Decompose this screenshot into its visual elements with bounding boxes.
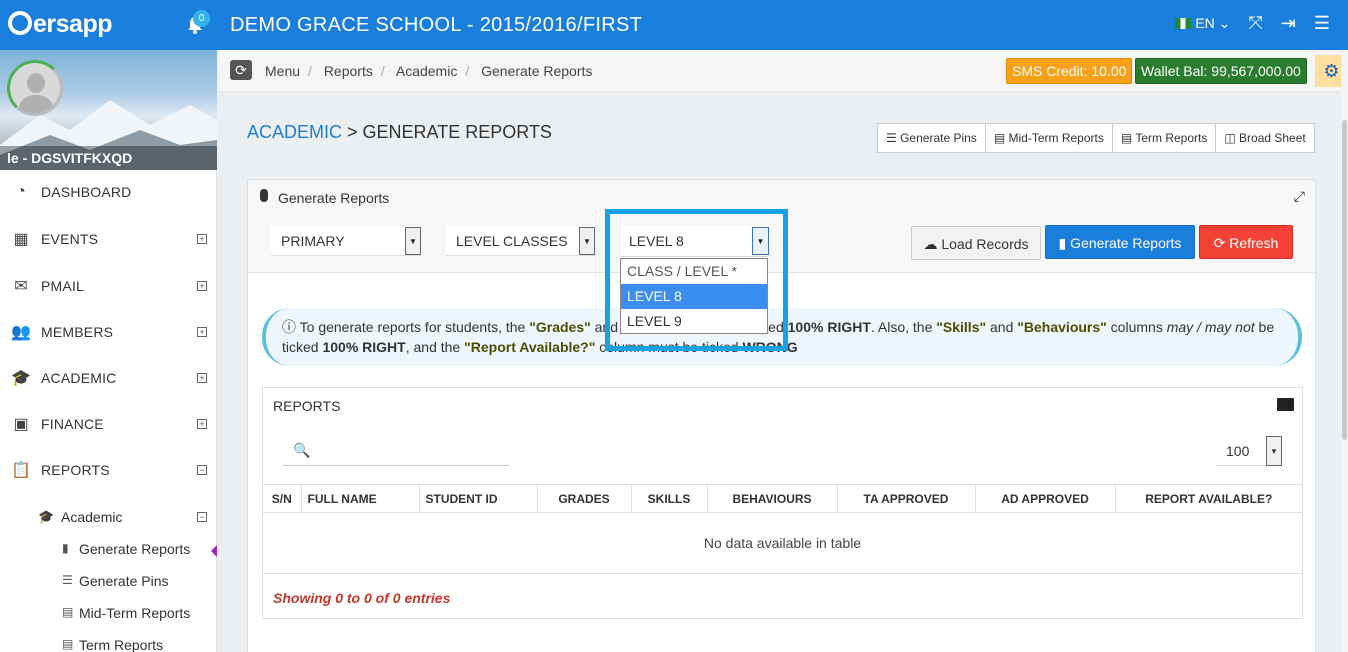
breadcrumb-bar: ⟳ Menu / Reports / Academic / Generate Repo… <box>218 50 1348 92</box>
sidebar-item-members[interactable]: 👥 MEMBERS + <box>0 317 217 347</box>
reports-panel: REPORTS 🔍 100 ▼ S/N FULL NAME STUDENT ID … <box>262 387 1303 619</box>
document-icon: ▤ <box>62 605 74 619</box>
highlight-box <box>605 209 788 351</box>
mouse-icon <box>260 189 268 202</box>
avatar[interactable] <box>7 60 63 116</box>
users-icon: 👥 <box>11 324 31 341</box>
column-header[interactable]: SKILLS <box>631 484 708 513</box>
sidebar-item-finance[interactable]: ▣ FINANCE + <box>0 409 217 439</box>
reports-table: S/N FULL NAME STUDENT ID GRADES SKILLS B… <box>263 484 1302 574</box>
sidebar-item-pmail[interactable]: ✉ PMAIL + <box>0 271 217 301</box>
report-type-buttons: ☰ Generate Pins ▤ Mid-Term Reports ▤ Ter… <box>877 123 1315 153</box>
breadcrumb-menu[interactable]: Menu <box>265 63 300 79</box>
expand-icon[interactable]: + <box>197 281 207 291</box>
breadcrumb-academic[interactable]: Academic <box>396 63 457 79</box>
column-header[interactable]: REPORT AVAILABLE? <box>1115 484 1302 513</box>
list-icon: ☰ <box>62 573 73 587</box>
sms-credit-badge[interactable]: SMS Credit: 10.00 <box>1006 58 1133 84</box>
notification-badge: 0 <box>193 10 210 27</box>
page-scrollbar[interactable] <box>1341 50 1348 652</box>
user-name: le - DGSVITFKXQD <box>0 146 217 170</box>
column-header[interactable]: AD APPROVED <box>975 484 1116 513</box>
collapse-icon[interactable]: − <box>197 512 207 522</box>
card-title: Generate Reports <box>278 190 390 206</box>
search-input[interactable]: 🔍 <box>283 438 509 466</box>
expand-icon[interactable]: + <box>197 373 207 383</box>
broad-sheet-button[interactable]: ◫ Broad Sheet <box>1216 124 1313 152</box>
sidebar: le - DGSVITFKXQD ◔ DASHBOARD ▦ EVENTS + … <box>0 50 217 652</box>
collapse-icon[interactable]: − <box>197 465 207 475</box>
reload-icon[interactable]: ⟳ <box>230 60 252 80</box>
term-reports-button[interactable]: ▤ Term Reports <box>1113 124 1217 152</box>
column-header[interactable]: STUDENT ID <box>419 484 538 513</box>
page-title-accent[interactable]: ACADEMIC <box>247 122 342 142</box>
clipboard-icon: 📋 <box>11 462 31 479</box>
menu-icon[interactable]: ☰ <box>1314 13 1330 33</box>
expand-icon[interactable]: + <box>197 419 207 429</box>
refresh-button[interactable]: ⟳ Refresh <box>1199 225 1293 259</box>
sidebar-item-academic[interactable]: 🎓 ACADEMIC + <box>0 363 217 393</box>
sidebar-item-dashboard[interactable]: ◔ DASHBOARD <box>0 177 217 207</box>
mouse-icon: ▮ <box>62 541 69 555</box>
sidebar-item-reports[interactable]: 📋 REPORTS − <box>0 455 217 485</box>
logout-icon[interactable]: ⇥ <box>1281 13 1296 33</box>
expand-icon[interactable]: + <box>197 327 207 337</box>
generate-reports-button[interactable]: ▮ Generate Reports <box>1045 225 1195 259</box>
column-header[interactable]: TA APPROVED <box>837 484 976 513</box>
chevron-down-icon[interactable]: ▼ <box>405 227 421 255</box>
generate-pins-button[interactable]: ☰ Generate Pins <box>878 124 986 152</box>
envelope-icon[interactable] <box>1277 398 1294 411</box>
money-icon: ▣ <box>13 416 29 433</box>
app-logo[interactable]: ersapp <box>8 10 112 39</box>
column-header[interactable]: BEHAVIOURS <box>707 484 838 513</box>
envelope-icon: ✉ <box>14 278 28 295</box>
dashboard-icon: ◔ <box>16 183 26 200</box>
chevron-down-icon[interactable]: ▼ <box>1266 436 1282 466</box>
breadcrumb-reports[interactable]: Reports <box>324 63 373 79</box>
table-info: Showing 0 to 0 of 0 entries <box>273 590 451 606</box>
breadcrumb: Menu / Reports / Academic / Generate Report… <box>265 63 593 79</box>
wallet-balance-badge[interactable]: Wallet Bal: 99,567,000.00 <box>1135 58 1307 84</box>
graduation-cap-icon: 🎓 <box>38 509 55 524</box>
expand-icon[interactable]: + <box>197 234 207 244</box>
info-icon: ⓘ <box>282 319 296 335</box>
breadcrumb-generate-reports: Generate Reports <box>481 63 593 79</box>
table-header-row: S/N FULL NAME STUDENT ID GRADES SKILLS B… <box>263 484 1302 513</box>
graduation-cap-icon: 🎓 <box>11 370 31 387</box>
load-records-button[interactable]: ☁ Load Records <box>911 226 1041 260</box>
mid-term-reports-button[interactable]: ▤ Mid-Term Reports <box>986 124 1113 152</box>
section-select[interactable]: PRIMARY ▼ <box>271 226 421 256</box>
search-icon: 🔍 <box>293 442 311 458</box>
table-row: No data available in table <box>263 512 1302 574</box>
page-title: ACADEMIC > GENERATE REPORTS <box>247 122 552 142</box>
language-selector[interactable]: EN ⌄ <box>1175 15 1230 32</box>
sidebar-item-events[interactable]: ▦ EVENTS + <box>0 224 217 254</box>
nigeria-flag-icon <box>1175 17 1192 29</box>
chevron-down-icon[interactable]: ▼ <box>579 227 595 255</box>
top-bar: ersapp 0 DEMO GRACE SCHOOL - 2015/2016/F… <box>0 0 1348 50</box>
fullscreen-icon[interactable]: ⤧ <box>1248 13 1262 33</box>
top-right-controls: EN ⌄ ⤧ ⇥ ☰ <box>1175 13 1330 33</box>
column-header[interactable]: FULL NAME <box>301 484 420 513</box>
column-header[interactable]: S/N <box>263 484 302 513</box>
expand-icon[interactable]: ⤢ <box>1294 188 1305 205</box>
active-item-marker <box>211 545 217 557</box>
class-type-select[interactable]: LEVEL CLASSES ▼ <box>446 226 595 256</box>
column-header[interactable]: GRADES <box>537 484 632 513</box>
calendar-icon: ▦ <box>13 231 29 248</box>
document-icon: ▤ <box>62 637 74 651</box>
empty-table-message: No data available in table <box>263 512 1302 574</box>
profile-panel: le - DGSVITFKXQD <box>0 50 217 170</box>
app-title: DEMO GRACE SCHOOL - 2015/2016/FIRST <box>230 14 643 36</box>
reports-title: REPORTS <box>273 398 341 414</box>
page-size-select[interactable]: 100 ▼ <box>1216 436 1282 466</box>
